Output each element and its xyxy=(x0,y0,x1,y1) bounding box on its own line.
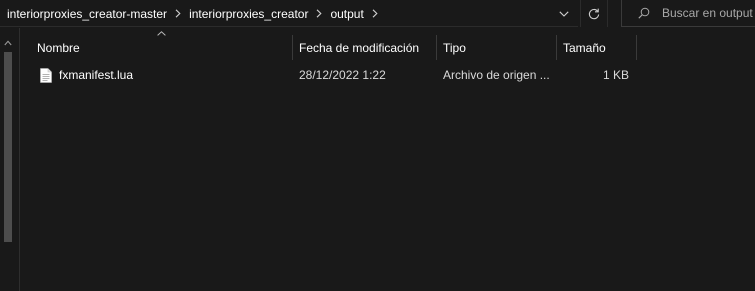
chevron-down-icon xyxy=(559,10,569,17)
breadcrumb: interiorproxies_creator-master interiorp… xyxy=(7,0,386,27)
top-bar: interiorproxies_creator-master interiorp… xyxy=(0,0,755,28)
file-name: fxmanifest.lua xyxy=(59,68,134,82)
column-header-size[interactable]: Tamaño xyxy=(563,35,635,60)
search-box[interactable] xyxy=(621,0,755,27)
address-bar[interactable]: interiorproxies_creator-master interiorp… xyxy=(0,0,578,27)
column-header-label: Nombre xyxy=(37,40,80,55)
breadcrumb-item[interactable]: interiorproxies_creator xyxy=(189,7,308,21)
breadcrumb-chevron-icon[interactable] xyxy=(167,0,189,27)
scrollbar-thumb[interactable] xyxy=(4,52,12,242)
column-header-label: Fecha de modificación xyxy=(299,40,420,55)
column-divider[interactable] xyxy=(292,35,293,60)
search-input[interactable] xyxy=(662,0,755,26)
file-modified: 28/12/2022 1:22 xyxy=(299,68,386,82)
search-icon xyxy=(638,7,650,19)
column-header-label: Tipo xyxy=(443,40,466,55)
column-divider[interactable] xyxy=(436,35,437,60)
column-headers: Nombre Fecha de modificación Tipo Tamaño xyxy=(20,35,755,60)
column-header-modified[interactable]: Fecha de modificación xyxy=(299,35,435,60)
navigation-pane xyxy=(0,28,20,291)
file-list: Nombre Fecha de modificación Tipo Tamaño… xyxy=(20,28,755,291)
refresh-button[interactable] xyxy=(580,0,608,27)
column-header-type[interactable]: Tipo xyxy=(443,35,555,60)
file-size: 1 KB xyxy=(602,68,629,82)
breadcrumb-chevron-icon[interactable] xyxy=(308,0,330,27)
column-header-name[interactable]: Nombre xyxy=(37,35,291,60)
file-row[interactable]: fxmanifest.lua 28/12/2022 1:22 Archivo d… xyxy=(20,64,755,86)
file-explorer-window: interiorproxies_creator-master interiorp… xyxy=(0,0,755,291)
address-history-dropdown[interactable] xyxy=(552,0,576,27)
column-divider[interactable] xyxy=(636,35,637,60)
breadcrumb-chevron-icon[interactable] xyxy=(364,0,386,27)
text-file-icon xyxy=(40,68,52,83)
breadcrumb-item[interactable]: interiorproxies_creator-master xyxy=(7,7,167,21)
scroll-up-arrow-icon[interactable] xyxy=(4,40,12,46)
refresh-icon xyxy=(588,8,600,19)
column-divider[interactable] xyxy=(556,35,557,60)
column-header-label: Tamaño xyxy=(563,40,606,55)
file-type: Archivo de origen ... xyxy=(443,68,550,82)
breadcrumb-item[interactable]: output xyxy=(330,7,363,21)
